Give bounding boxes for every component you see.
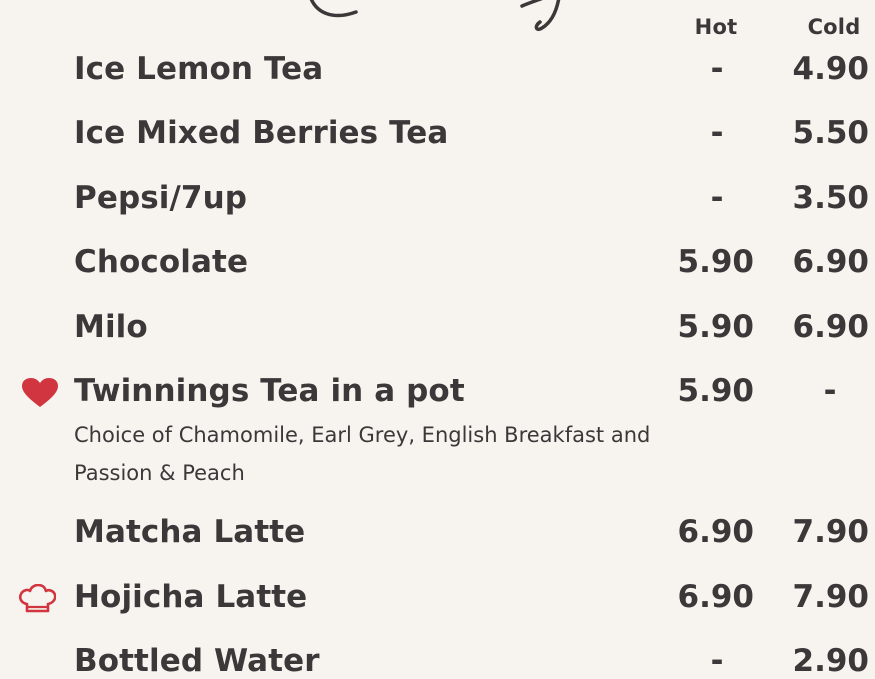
menu-item-name: Pepsi/7up: [74, 180, 248, 216]
menu-item-price-hot: 5.90: [677, 309, 755, 345]
menu-item-price-cold: 4.90: [792, 51, 870, 87]
menu-item-price-hot: 6.90: [677, 514, 755, 550]
menu-item-price-hot: 5.90: [677, 244, 755, 280]
section-title-script: [290, 0, 590, 36]
menu-item-name: Ice Lemon Tea: [74, 51, 324, 87]
menu-item-name: Ice Mixed Berries Tea: [74, 115, 449, 151]
menu-item-name: Bottled Water: [74, 643, 320, 679]
menu-item-name: Matcha Latte: [74, 514, 306, 550]
menu-item-price-hot: 6.90: [677, 579, 755, 615]
menu-item-price-cold: 6.90: [792, 309, 870, 345]
menu-item-price-cold: 7.90: [792, 514, 870, 550]
menu-item-name: Twinnings Tea in a pot: [74, 373, 465, 409]
menu-item-price-hot: -: [710, 180, 724, 216]
menu-item-price-hot: -: [710, 51, 724, 87]
column-header-cold: Cold: [807, 15, 861, 39]
menu-item-name: Chocolate: [74, 244, 249, 280]
column-header-hot: Hot: [694, 15, 738, 39]
script-title-art: [309, 0, 561, 32]
menu-item-price-cold: 6.90: [792, 244, 870, 280]
menu-item-price-hot: -: [710, 115, 724, 151]
menu-item-name: Milo: [74, 309, 148, 345]
heart-icon: [22, 378, 58, 412]
menu-item-price-hot: -: [710, 643, 724, 679]
chef-hat-icon: [18, 583, 57, 618]
menu-item-price-cold: 5.50: [792, 115, 870, 151]
menu-item-price-cold: 3.50: [792, 180, 870, 216]
menu-item-price-cold: 7.90: [792, 579, 870, 615]
menu-item-price-hot: 5.90: [677, 373, 755, 409]
menu-item-name: Hojicha Latte: [74, 579, 308, 615]
menu-item-description: Choice of Chamomile, Earl Grey, English …: [74, 423, 651, 485]
menu-item-price-cold: -: [823, 373, 837, 409]
menu-item-price-cold: 2.90: [792, 643, 870, 679]
